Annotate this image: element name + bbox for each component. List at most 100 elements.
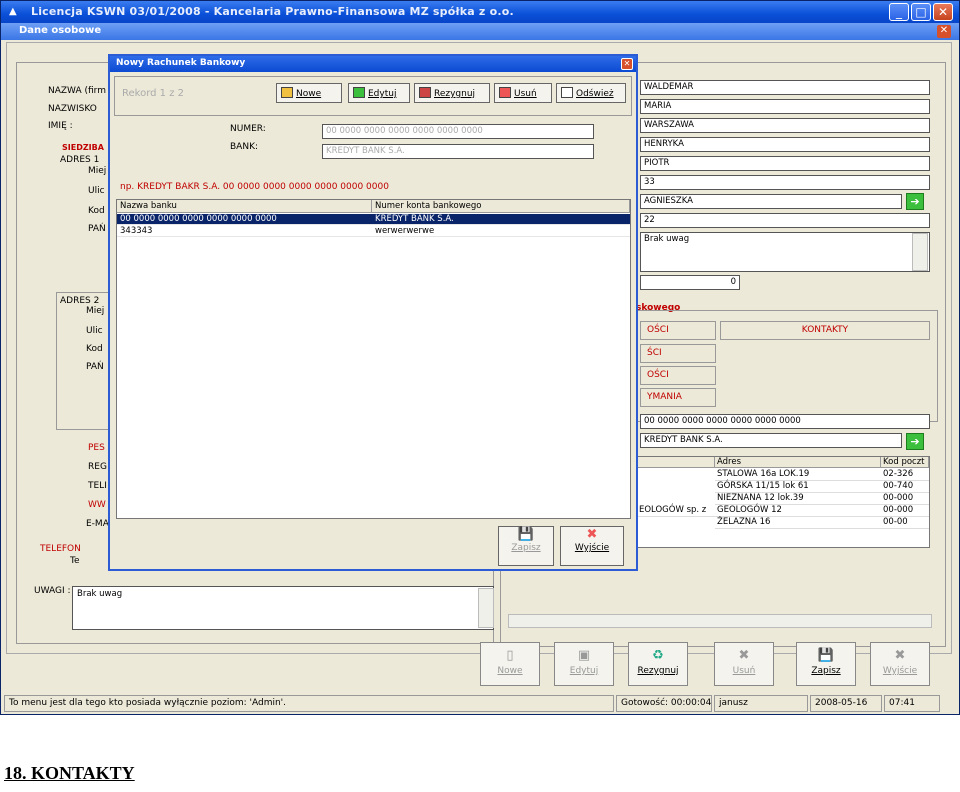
bank-field[interactable]: KREDYT BANK S.A.: [322, 144, 594, 159]
table-row[interactable]: 00-740: [881, 481, 929, 493]
edit-icon: ▣: [577, 648, 591, 663]
resign-button[interactable]: ♻ Rezygnuj: [628, 642, 688, 686]
save-icon: 💾: [817, 648, 835, 663]
label-miejsc2: Miej: [86, 306, 105, 316]
resign-icon: [419, 87, 431, 98]
new-doc-icon: ▯: [506, 648, 514, 663]
table-row[interactable]: GÓRSKA 11/15 lok 61: [715, 481, 881, 493]
uwagi-scrollbar[interactable]: [478, 588, 494, 628]
uwagi-textarea[interactable]: Brak uwag: [72, 586, 494, 630]
dialog-delete-button[interactable]: Usuń: [494, 83, 552, 103]
field-8[interactable]: 22: [640, 213, 930, 228]
bank-accounts-grid: Nazwa banku Numer konta bankowego 00 000…: [116, 199, 631, 519]
table-row[interactable]: 00 0000 0000 0000 0000 0000 0000 KREDYT …: [117, 214, 630, 225]
dialog-refresh-button[interactable]: Odśwież: [556, 83, 626, 103]
green-arrow-icon[interactable]: ➔: [906, 193, 924, 210]
uwagi-text: Brak uwag: [77, 589, 123, 599]
close-icon[interactable]: ✕: [933, 3, 953, 21]
field-6[interactable]: 33: [640, 175, 930, 190]
exit-button[interactable]: ✖ Wyjście: [870, 642, 930, 686]
status-time: 07:41: [884, 695, 940, 712]
dialog-close-icon[interactable]: ✕: [621, 58, 633, 70]
maximize-icon[interactable]: □: [911, 3, 931, 21]
refresh-icon: [561, 87, 573, 98]
right-uwagi-scrollbar[interactable]: [912, 233, 928, 271]
label-nazwa: NAZWA (firm: [48, 86, 106, 96]
label-siedziba: SIEDZIBA: [62, 143, 104, 152]
bank-label: BANK:: [230, 142, 258, 152]
label-regon: REG: [88, 462, 107, 472]
label-www: WW: [88, 500, 106, 510]
field-3[interactable]: WARSZAWA: [640, 118, 930, 133]
new-button[interactable]: ▯ Nowe: [480, 642, 540, 686]
tab-osci-1[interactable]: OŚCI: [640, 321, 716, 340]
exit-icon: ✖: [586, 527, 598, 542]
dialog-title: Nowy Rachunek Bankowy: [116, 58, 246, 68]
exit-icon: ✖: [894, 648, 906, 663]
table-row[interactable]: EOLOGÓW sp. z: [637, 505, 715, 517]
tab-ymania[interactable]: YMANIA: [640, 388, 716, 407]
minimize-icon[interactable]: _: [889, 3, 909, 21]
status-ready: Gotowość: 00:00:04: [616, 695, 712, 712]
dialog-exit-button[interactable]: ✖ Wyjście: [560, 526, 624, 566]
delete-button[interactable]: ✖ Usuń: [714, 642, 774, 686]
label-nazwisko: NAZWISKO: [48, 104, 97, 114]
address-table-header-empty: [637, 457, 715, 468]
table-row[interactable]: ŻELAZNA 16: [715, 517, 881, 529]
field-5[interactable]: PIOTR: [640, 156, 930, 171]
window-title: Licencja KSWN 03/01/2008 - Kancelaria Pr…: [31, 5, 514, 18]
label-kod2: Kod: [86, 344, 103, 354]
dialog-title-bar: Nowy Rachunek Bankowy ✕: [110, 56, 636, 72]
status-message: To menu jest dla tego kto posiada wyłącz…: [4, 695, 614, 712]
label-ulica1: Ulic: [88, 186, 105, 196]
table-row[interactable]: NIEZNANA 12 lok.39: [715, 493, 881, 505]
sub-close-icon[interactable]: ✕: [937, 25, 951, 38]
tab-kontakty[interactable]: KONTAKTY: [720, 321, 930, 340]
tab-sci[interactable]: ŚCI: [640, 344, 716, 363]
label-adres2: ADRES 2: [60, 296, 100, 306]
green-arrow-icon-2[interactable]: ➔: [906, 433, 924, 450]
label-kod1: Kod: [88, 206, 105, 216]
label-telefony: TELEFON: [40, 544, 81, 554]
horizontal-scrollbar[interactable]: [508, 614, 932, 628]
grid-header-bank: Nazwa banku: [117, 200, 372, 213]
save-button[interactable]: 💾 Zapisz: [796, 642, 856, 686]
grid-cell-name: 00 0000 0000 0000 0000 0000 0000: [120, 214, 277, 224]
table-row[interactable]: 00-00: [881, 517, 929, 529]
label-panstwo1: PAŃ: [88, 224, 106, 234]
numer-field[interactable]: 00 0000 0000 0000 0000 0000 0000: [322, 124, 594, 139]
grid-cell-account: KREDYT BANK S.A.: [375, 214, 454, 224]
table-row[interactable]: 00-000: [881, 505, 929, 517]
table-row[interactable]: GEOLOGÓW 12: [715, 505, 881, 517]
resign-icon: ♻: [652, 648, 664, 663]
label-email: E-MA: [86, 519, 109, 529]
table-row[interactable]: 343343 werwerwerwe: [117, 226, 630, 237]
sub-window-bar: Dane osobowe ✕: [1, 23, 959, 40]
grid-cell-name: 343343: [120, 226, 153, 236]
dialog-edit-button[interactable]: Edytuj: [348, 83, 410, 103]
field-1[interactable]: WALDEMAR: [640, 80, 930, 95]
field-2[interactable]: MARIA: [640, 99, 930, 114]
grid-cell-account: werwerwerwe: [375, 226, 435, 236]
field-7[interactable]: AGNIESZKA: [640, 194, 902, 209]
label-uwagi: UWAGI :: [34, 586, 71, 596]
tab-osci-2[interactable]: OŚCI: [640, 366, 716, 385]
edit-button[interactable]: ▣ Edytuj: [554, 642, 614, 686]
table-row[interactable]: 00-000: [881, 493, 929, 505]
title-bar: ▲ Licencja KSWN 03/01/2008 - Kancelaria …: [1, 1, 959, 23]
address-table-header-kod: Kod poczt: [881, 457, 929, 468]
sub-window-title: Dane osobowe: [19, 25, 102, 36]
label-adres1: ADRES 1: [60, 155, 100, 165]
right-uwagi-field[interactable]: Brak uwag: [640, 232, 930, 272]
bank-name-field[interactable]: KREDYT BANK S.A.: [640, 433, 902, 448]
table-row[interactable]: 02-326: [881, 469, 929, 481]
account-number-field[interactable]: 00 0000 0000 0000 0000 0000 0000: [640, 414, 930, 429]
dialog-new-button[interactable]: Nowe: [276, 83, 342, 103]
counter-field[interactable]: 0: [640, 275, 740, 290]
field-4[interactable]: HENRYKA: [640, 137, 930, 152]
dialog-save-button[interactable]: 💾 Zapisz: [498, 526, 554, 566]
label-panstwo2: PAŃ: [86, 362, 104, 372]
table-row[interactable]: STALOWA 16a LOK.19: [715, 469, 881, 481]
dialog-resign-button[interactable]: Rezygnuj: [414, 83, 490, 103]
edit-icon: [353, 87, 365, 98]
